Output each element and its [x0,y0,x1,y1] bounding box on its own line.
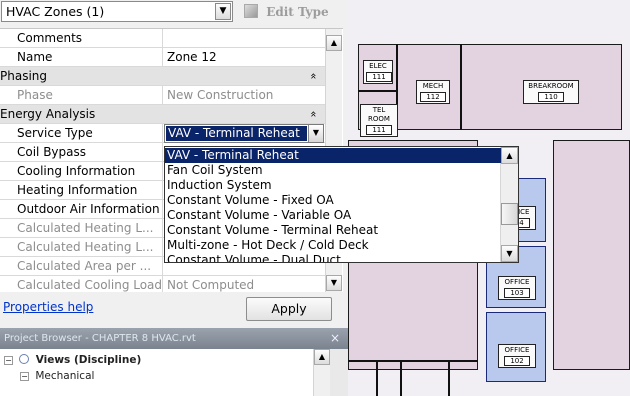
room-tag-number: 102 [504,356,530,366]
scroll-up-icon[interactable]: ▲ [326,35,342,51]
dropdown-scrollbar[interactable]: ▲ ▼ [500,147,518,262]
properties-help-link[interactable]: Properties help [3,300,93,314]
wall [358,90,398,92]
tree-item-label: Mechanical [35,370,95,382]
room-tag[interactable]: ELEC 111 [363,60,393,84]
edit-type-label: Edit Type [266,5,329,19]
room-tag-number: 103 [504,288,530,298]
dropdown-option[interactable]: Multi-zone - Hot Deck / Cold Deck [165,238,501,253]
room-tag-name: TEL ROOM [368,106,390,123]
property-label: Comments [0,29,163,48]
room-tag[interactable]: OFFICE 102 [498,344,536,368]
dropdown-option[interactable]: Constant Volume - Variable OA [165,208,501,223]
property-label: Cooling Information [0,162,163,181]
property-label: Outdoor Air Information [0,200,163,219]
property-row[interactable]: Calculated Cooling Load Not Computed [0,276,325,292]
room-tag-name: OFFICE [504,346,530,354]
scroll-up-icon[interactable]: ▲ [501,147,518,164]
wall [460,44,462,130]
tree-item-views[interactable]: − Views (Discipline) [4,353,141,367]
scroll-down-icon[interactable]: ▼ [501,245,518,262]
tree-item-mechanical[interactable]: − Mechanical [20,369,94,383]
close-icon[interactable]: × [330,328,340,349]
scrollbar-thumb[interactable] [501,203,518,225]
service-type-dropdown-list[interactable]: ▲ ▼ VAV - Terminal Reheat Fan Coil System… [164,146,519,263]
project-browser-title: Project Browser - CHAPTER 8 HVAC.rvt × [0,328,348,349]
property-label: Calculated Heating L... [0,219,163,238]
property-row[interactable]: Comments [0,29,325,48]
room-tag-name: MECH [422,82,444,90]
wall [376,360,378,396]
property-label: Calculated Area per ... [0,257,163,276]
room-tag-number: 111 [366,125,392,135]
dropdown-option[interactable]: VAV - Terminal Reheat [165,148,501,163]
dropdown-option[interactable]: Fan Coil System [165,163,501,178]
collapse-group-icon[interactable]: » [305,111,323,118]
property-row[interactable]: Service Type VAV - Terminal Reheat ▼ [0,124,325,143]
property-label: Calculated Cooling Load [0,276,163,292]
browser-scrollbar[interactable]: ▲ [313,349,330,396]
type-selector[interactable]: HVAC Zones (1) ▼ [1,1,233,22]
room-tag[interactable]: MECH 112 [416,80,450,104]
property-group-header[interactable]: Phasing » [0,67,325,86]
chevron-down-icon[interactable]: ▼ [215,3,231,20]
project-browser-tree[interactable]: − Views (Discipline) − Mechanical ▲ [0,349,330,396]
property-value[interactable]: Zone 12 [164,48,324,67]
collapse-icon[interactable]: − [4,356,13,365]
apply-button[interactable]: Apply [246,297,332,321]
wall [348,360,478,362]
group-label: Phasing [0,69,48,83]
chevron-down-icon[interactable]: ▼ [308,125,323,142]
edit-type-button[interactable]: Edit Type [244,3,334,21]
service-type-select[interactable]: VAV - Terminal Reheat ▼ [164,124,324,143]
room-tag-number: 110 [538,92,564,102]
type-selector-value: HVAC Zones (1) [6,4,105,19]
project-browser-title-text: Project Browser - CHAPTER 8 HVAC.rvt [4,333,196,344]
views-icon [19,354,30,364]
scroll-up-icon[interactable]: ▲ [314,349,330,365]
property-label: Calculated Heating L... [0,238,163,257]
property-row[interactable]: Name Zone 12 [0,48,325,67]
property-value: New Construction [167,88,274,102]
room-tag-name: OFFICE [504,278,530,286]
collapse-icon[interactable]: − [20,372,29,381]
group-label: Energy Analysis [0,107,96,121]
room-tag[interactable]: TEL ROOM 111 [360,104,398,137]
room-tag-number: 112 [420,92,446,102]
property-label: Service Type [0,124,163,143]
property-label: Heating Information [0,181,163,200]
scroll-down-icon[interactable]: ▼ [326,275,342,291]
wall [400,360,402,396]
dropdown-option[interactable]: Induction System [165,178,501,193]
property-label: Name [0,48,163,67]
property-label: Phase [0,86,163,105]
property-row[interactable]: Phase New Construction [0,86,325,105]
room-tag-number: 111 [366,72,392,82]
room-tag-name: ELEC [369,62,387,70]
property-value: Not Computed [167,278,255,292]
property-value[interactable] [164,29,324,48]
property-label: Coil Bypass [0,143,163,162]
dropdown-option[interactable]: Constant Volume - Terminal Reheat [165,223,501,238]
service-type-value: VAV - Terminal Reheat [166,126,307,141]
property-group-header[interactable]: Energy Analysis » [0,105,325,124]
collapse-group-icon[interactable]: » [305,73,323,80]
room-tag[interactable]: OFFICE 103 [498,276,536,300]
project-browser: Project Browser - CHAPTER 8 HVAC.rvt × −… [0,328,348,396]
wall [448,360,450,396]
dropdown-option[interactable]: Constant Volume - Dual Duct [165,253,501,262]
room-tag-name: BREAKROOM [528,82,574,90]
room-area-right[interactable] [553,140,630,370]
tree-item-label: Views (Discipline) [35,354,142,366]
dropdown-option[interactable]: Constant Volume - Fixed OA [165,193,501,208]
edit-type-icon [244,4,258,18]
room-tag[interactable]: BREAKROOM 110 [523,80,579,104]
